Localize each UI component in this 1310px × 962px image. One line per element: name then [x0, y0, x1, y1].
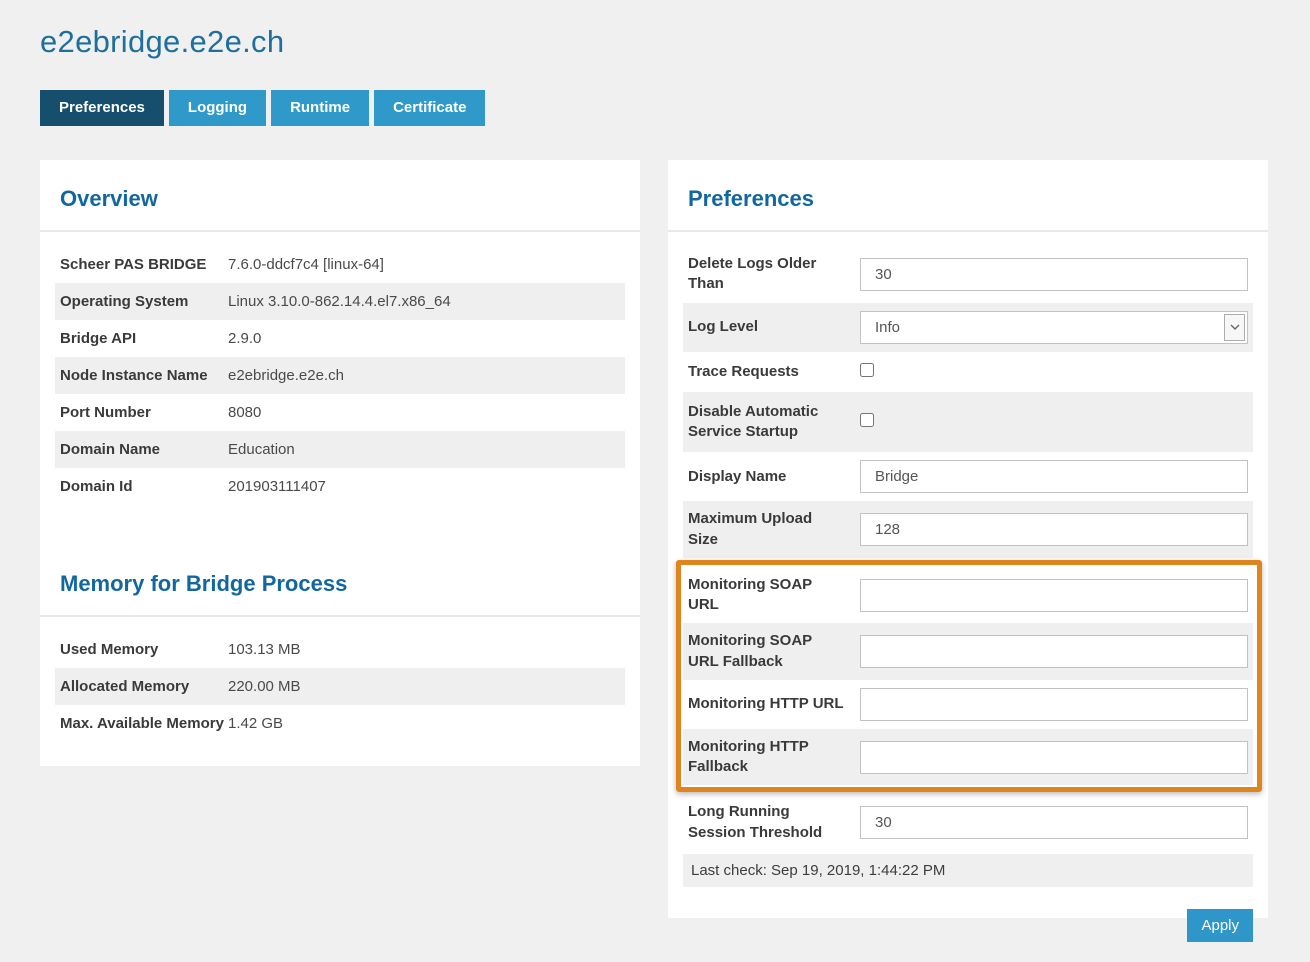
- field-label: Maximum Upload Size: [688, 509, 860, 550]
- table-row: Bridge API 2.9.0: [55, 320, 625, 357]
- memory-heading: Memory for Bridge Process: [40, 545, 640, 617]
- row-value: 2.9.0: [228, 330, 261, 347]
- row-value: 7.6.0-ddcf7c4 [linux-64]: [228, 256, 384, 273]
- field-label: Trace Requests: [688, 362, 860, 382]
- memory-table: Used Memory 103.13 MB Allocated Memory 2…: [55, 631, 625, 742]
- row-value: 201903111407: [228, 478, 326, 495]
- maximum-upload-size-input[interactable]: [860, 513, 1248, 546]
- form-row-monitoring-http-fallback: Monitoring HTTP Fallback: [683, 729, 1253, 786]
- table-row: Domain Id 201903111407: [55, 468, 625, 505]
- field-label: Monitoring HTTP Fallback: [688, 737, 860, 778]
- monitoring-soap-url-fallback-input[interactable]: [860, 635, 1248, 668]
- form-row-trace-requests: Trace Requests: [683, 352, 1253, 392]
- table-row: Domain Name Education: [55, 431, 625, 468]
- form-row-display-name: Display Name: [683, 452, 1253, 501]
- row-label: Allocated Memory: [60, 678, 228, 695]
- last-check-status: Last check: Sep 19, 2019, 1:44:22 PM: [683, 854, 1253, 887]
- preferences-panel: Preferences Delete Logs Older Than Log L…: [668, 160, 1268, 918]
- tab-runtime[interactable]: Runtime: [271, 90, 369, 126]
- form-row-monitoring-soap-fallback: Monitoring SOAP URL Fallback: [683, 623, 1253, 680]
- preferences-form: Delete Logs Older Than Log Level Info Tr…: [683, 246, 1253, 942]
- row-value: Education: [228, 441, 295, 458]
- display-name-input[interactable]: [860, 460, 1248, 493]
- overview-panel: Overview Scheer PAS BRIDGE 7.6.0-ddcf7c4…: [40, 160, 640, 766]
- form-row-long-running-threshold: Long Running Session Threshold: [683, 794, 1253, 851]
- table-row: Scheer PAS BRIDGE 7.6.0-ddcf7c4 [linux-6…: [55, 246, 625, 283]
- field-label: Long Running Session Threshold: [688, 802, 860, 843]
- form-row-log-level: Log Level Info: [683, 303, 1253, 352]
- row-value: Linux 3.10.0-862.14.4.el7.x86_64: [228, 293, 451, 310]
- apply-button[interactable]: Apply: [1187, 909, 1253, 942]
- log-level-select[interactable]: Info: [860, 311, 1248, 344]
- row-label: Node Instance Name: [60, 367, 228, 384]
- field-label: Log Level: [688, 317, 860, 337]
- disable-automatic-service-startup-checkbox[interactable]: [860, 413, 874, 427]
- field-label: Display Name: [688, 467, 860, 487]
- table-row: Max. Available Memory 1.42 GB: [55, 705, 625, 742]
- row-label: Scheer PAS BRIDGE: [60, 256, 228, 273]
- apply-row: Apply: [683, 909, 1253, 942]
- long-running-session-threshold-input[interactable]: [860, 806, 1248, 839]
- preferences-heading: Preferences: [668, 160, 1268, 232]
- row-value: 1.42 GB: [228, 715, 283, 732]
- table-row: Allocated Memory 220.00 MB: [55, 668, 625, 705]
- row-label: Port Number: [60, 404, 228, 421]
- trace-requests-checkbox[interactable]: [860, 363, 874, 377]
- monitoring-highlight-box: Monitoring SOAP URL Monitoring SOAP URL …: [676, 560, 1262, 793]
- form-row-disable-autostart: Disable Automatic Service Startup: [683, 392, 1253, 453]
- field-label: Delete Logs Older Than: [688, 254, 860, 295]
- table-row: Node Instance Name e2ebridge.e2e.ch: [55, 357, 625, 394]
- overview-heading: Overview: [40, 160, 640, 232]
- delete-logs-older-than-input[interactable]: [860, 258, 1248, 291]
- form-row-monitoring-soap-url: Monitoring SOAP URL: [683, 567, 1253, 624]
- log-level-selected-value: Info: [875, 319, 900, 336]
- field-label: Disable Automatic Service Startup: [688, 402, 860, 443]
- page-title: e2ebridge.e2e.ch: [40, 24, 284, 60]
- row-label: Used Memory: [60, 641, 228, 658]
- row-value: 220.00 MB: [228, 678, 301, 695]
- table-row: Used Memory 103.13 MB: [55, 631, 625, 668]
- form-row-delete-logs: Delete Logs Older Than: [683, 246, 1253, 303]
- row-label: Operating System: [60, 293, 228, 310]
- tab-bar: Preferences Logging Runtime Certificate: [40, 90, 485, 126]
- chevron-down-icon[interactable]: [1224, 314, 1245, 341]
- row-label: Domain Name: [60, 441, 228, 458]
- monitoring-soap-url-input[interactable]: [860, 579, 1248, 612]
- row-value: e2ebridge.e2e.ch: [228, 367, 344, 384]
- table-row: Port Number 8080: [55, 394, 625, 431]
- form-row-monitoring-http-url: Monitoring HTTP URL: [683, 680, 1253, 729]
- form-row-max-upload: Maximum Upload Size: [683, 501, 1253, 558]
- field-label: Monitoring HTTP URL: [688, 694, 860, 714]
- row-label: Domain Id: [60, 478, 228, 495]
- tab-logging[interactable]: Logging: [169, 90, 266, 126]
- row-label: Max. Available Memory: [60, 715, 228, 732]
- row-value: 8080: [228, 404, 261, 421]
- tab-preferences[interactable]: Preferences: [40, 90, 164, 126]
- row-value: 103.13 MB: [228, 641, 301, 658]
- field-label: Monitoring SOAP URL Fallback: [688, 631, 860, 672]
- row-label: Bridge API: [60, 330, 228, 347]
- overview-table: Scheer PAS BRIDGE 7.6.0-ddcf7c4 [linux-6…: [55, 246, 625, 505]
- monitoring-http-fallback-input[interactable]: [860, 741, 1248, 774]
- monitoring-http-url-input[interactable]: [860, 688, 1248, 721]
- table-row: Operating System Linux 3.10.0-862.14.4.e…: [55, 283, 625, 320]
- field-label: Monitoring SOAP URL: [688, 575, 860, 616]
- tab-certificate[interactable]: Certificate: [374, 90, 485, 126]
